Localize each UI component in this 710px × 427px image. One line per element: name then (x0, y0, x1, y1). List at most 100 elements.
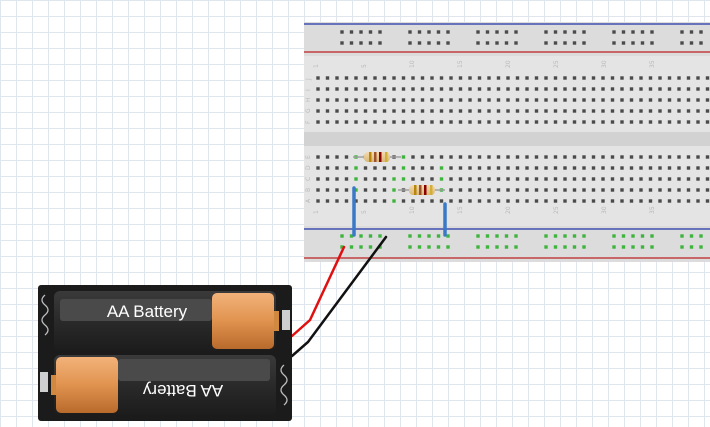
breadboard-hole[interactable] (449, 188, 453, 192)
breadboard-hole[interactable] (316, 155, 320, 159)
breadboard-hole[interactable] (325, 87, 330, 91)
breadboard-hole[interactable] (544, 155, 548, 159)
breadboard-hole[interactable] (468, 188, 472, 192)
power-rail-hole[interactable] (640, 30, 645, 34)
breadboard-hole[interactable] (506, 120, 510, 124)
breadboard-hole[interactable] (534, 109, 539, 113)
breadboard-hole[interactable] (591, 120, 596, 124)
breadboard-hole[interactable] (496, 109, 501, 113)
power-rail-hole[interactable] (572, 30, 577, 34)
breadboard-hole[interactable] (658, 199, 662, 203)
power-rail-hole[interactable] (631, 245, 635, 249)
breadboard-hole[interactable] (515, 199, 520, 203)
power-rail-hole[interactable] (368, 245, 373, 249)
breadboard-hole[interactable] (449, 155, 453, 159)
battery-cell-2[interactable]: AA Battery (51, 355, 276, 415)
breadboard-hole[interactable] (582, 188, 586, 192)
power-rail-hole[interactable] (699, 30, 703, 34)
breadboard-hole[interactable] (667, 87, 672, 91)
breadboard-hole[interactable] (667, 76, 672, 80)
breadboard-hole[interactable] (658, 177, 662, 181)
breadboard-hole[interactable] (411, 155, 415, 159)
breadboard-hole[interactable] (705, 155, 710, 159)
breadboard-hole[interactable] (553, 109, 558, 113)
breadboard-hole[interactable] (458, 177, 463, 181)
breadboard-hole[interactable] (705, 120, 710, 124)
power-rail-hole[interactable] (446, 245, 450, 249)
power-rail-hole[interactable] (621, 245, 626, 249)
breadboard-hole[interactable] (506, 199, 510, 203)
breadboard-hole[interactable] (667, 177, 672, 181)
power-rail-hole[interactable] (640, 234, 645, 238)
breadboard-hole[interactable] (458, 98, 463, 102)
breadboard-hole[interactable] (382, 120, 387, 124)
breadboard-hole[interactable] (686, 188, 691, 192)
breadboard-hole[interactable] (677, 98, 681, 102)
breadboard-hole[interactable] (639, 199, 643, 203)
breadboard-hole[interactable] (572, 166, 577, 170)
power-rail-hole[interactable] (349, 41, 354, 45)
breadboard-hole[interactable] (582, 155, 586, 159)
breadboard-hole[interactable] (686, 199, 691, 203)
breadboard-hole[interactable] (430, 166, 434, 170)
breadboard-hole[interactable] (544, 188, 548, 192)
breadboard-hole[interactable] (477, 177, 482, 181)
breadboard-hole[interactable] (325, 98, 330, 102)
breadboard-hole[interactable] (582, 76, 586, 80)
breadboard-hole[interactable] (696, 87, 700, 91)
power-rail-hole[interactable] (640, 41, 645, 45)
power-rail-hole[interactable] (340, 234, 344, 238)
power-rail-hole[interactable] (359, 30, 363, 34)
breadboard-hole[interactable] (705, 188, 710, 192)
power-rail-hole[interactable] (572, 41, 577, 45)
breadboard-hole[interactable] (449, 199, 453, 203)
breadboard-hole[interactable] (487, 98, 491, 102)
breadboard-hole[interactable] (620, 109, 624, 113)
power-rail-hole[interactable] (553, 234, 558, 238)
power-rail-hole[interactable] (689, 30, 694, 34)
breadboard-hole[interactable] (601, 177, 605, 181)
breadboard-hole[interactable] (601, 155, 605, 159)
breadboard-hole[interactable] (658, 188, 662, 192)
breadboard-hole[interactable] (601, 109, 605, 113)
power-rail-hole[interactable] (699, 245, 703, 249)
breadboard-hole[interactable] (354, 120, 358, 124)
breadboard-hole[interactable] (344, 87, 349, 91)
breadboard-hole[interactable] (354, 166, 358, 170)
breadboard-hole[interactable] (420, 155, 425, 159)
breadboard-hole[interactable] (582, 109, 586, 113)
breadboard-hole[interactable] (563, 188, 567, 192)
breadboard-hole[interactable] (582, 166, 586, 170)
breadboard-hole[interactable] (686, 98, 691, 102)
breadboard-hole[interactable] (363, 98, 368, 102)
breadboard-hole[interactable] (382, 166, 387, 170)
breadboard-hole[interactable] (534, 188, 539, 192)
breadboard-hole[interactable] (401, 166, 406, 170)
breadboard-hole[interactable] (487, 120, 491, 124)
breadboard-hole[interactable] (449, 166, 453, 170)
breadboard-hole[interactable] (629, 87, 634, 91)
power-rail-hole[interactable] (417, 30, 422, 34)
breadboard-hole[interactable] (506, 76, 510, 80)
breadboard-hole[interactable] (648, 199, 653, 203)
power-rail-hole[interactable] (689, 234, 694, 238)
breadboard-hole[interactable] (373, 76, 377, 80)
power-rail-hole[interactable] (612, 234, 616, 238)
breadboard-hole[interactable] (696, 166, 700, 170)
breadboard-hole[interactable] (658, 109, 662, 113)
breadboard-hole[interactable] (458, 188, 463, 192)
breadboard-hole[interactable] (344, 98, 349, 102)
power-rail-hole[interactable] (699, 234, 703, 238)
power-rail-hole[interactable] (378, 41, 382, 45)
breadboard-hole[interactable] (563, 98, 567, 102)
breadboard-hole[interactable] (487, 199, 491, 203)
breadboard-hole[interactable] (677, 109, 681, 113)
breadboard-hole[interactable] (591, 177, 596, 181)
breadboard-hole[interactable] (335, 87, 339, 91)
breadboard-hole[interactable] (563, 120, 567, 124)
breadboard-hole[interactable] (344, 177, 349, 181)
breadboard-hole[interactable] (648, 98, 653, 102)
power-rail-hole[interactable] (631, 41, 635, 45)
breadboard-hole[interactable] (468, 199, 472, 203)
breadboard-hole[interactable] (430, 76, 434, 80)
